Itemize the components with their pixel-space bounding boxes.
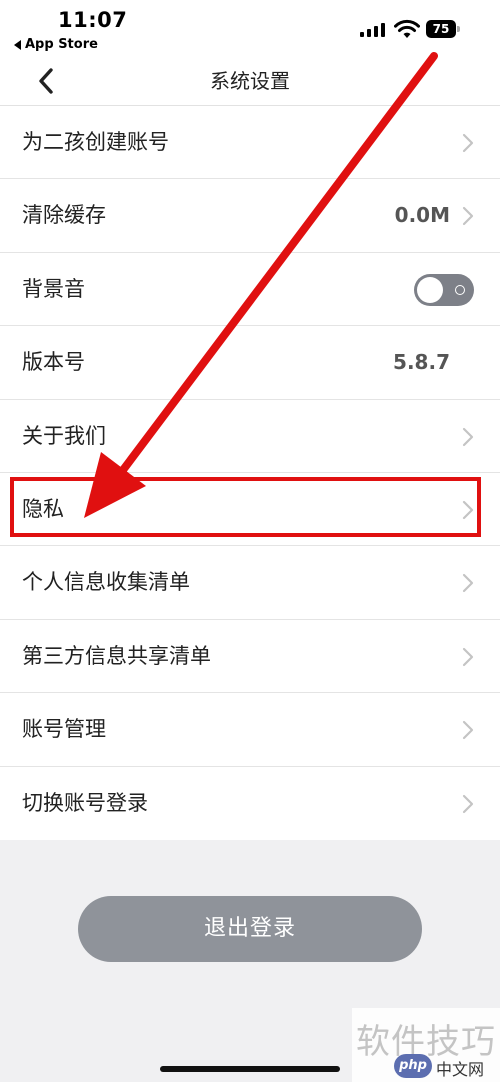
row-label: 版本号: [22, 350, 85, 375]
logout-button[interactable]: 退出登录: [78, 896, 422, 962]
page-title: 系统设置: [210, 69, 290, 93]
screen: 11:07 App Store 75 系统设置 为二孩创建账号 清除缓存 0.0…: [0, 0, 500, 1082]
chevron-right-icon: [462, 794, 474, 813]
row-label: 为二孩创建账号: [22, 130, 169, 154]
back-app-label: App Store: [25, 37, 98, 52]
battery-icon: 75: [426, 20, 460, 38]
battery-level: 75: [432, 22, 450, 36]
toggle-knob: [417, 276, 443, 303]
row-switch-account[interactable]: 切换账号登录: [0, 767, 500, 840]
settings-list: 为二孩创建账号 清除缓存 0.0M 背景音 版本号 5.8.7 关于我们 隐私: [0, 106, 500, 840]
status-bar: 11:07 App Store 75: [0, 0, 500, 56]
row-account-management[interactable]: 账号管理: [0, 693, 500, 767]
row-label: 账号管理: [22, 717, 106, 742]
cache-size-value: 0.0M: [394, 203, 450, 228]
row-background-sound: 背景音: [0, 253, 500, 327]
watermark-sub-text: 中文网: [436, 1060, 485, 1079]
row-label: 背景音: [22, 276, 85, 301]
row-label: 清除缓存: [22, 203, 106, 228]
row-version: 版本号 5.8.7: [0, 326, 500, 400]
row-label: 第三方信息共享清单: [22, 643, 211, 668]
row-label: 切换账号登录: [22, 790, 148, 815]
row-create-second-child-account[interactable]: 为二孩创建账号: [0, 106, 500, 180]
home-indicator[interactable]: [160, 1066, 340, 1072]
status-time: 11:07: [58, 8, 128, 32]
chevron-right-icon: [462, 721, 474, 740]
signal-icon: [360, 22, 385, 37]
chevron-right-icon: [462, 574, 474, 593]
watermark: 软件技巧 php 中文网: [352, 1008, 500, 1082]
row-label: 关于我们: [22, 423, 106, 448]
privacy-highlight-annotation: [10, 477, 481, 537]
wifi-icon: [394, 19, 420, 38]
chevron-right-icon: [462, 647, 474, 666]
chevron-left-icon[interactable]: [32, 66, 62, 96]
row-about-us[interactable]: 关于我们: [0, 400, 500, 473]
background-sound-toggle[interactable]: [414, 273, 474, 306]
row-label: 个人信息收集清单: [22, 570, 190, 595]
row-clear-cache[interactable]: 清除缓存 0.0M: [0, 179, 500, 253]
row-personal-info-collection-list[interactable]: 个人信息收集清单: [0, 546, 500, 620]
php-logo-badge: php: [394, 1054, 432, 1078]
back-triangle-icon: [14, 39, 21, 50]
chevron-right-icon: [462, 207, 474, 226]
back-to-app-link[interactable]: App Store: [14, 37, 98, 52]
toggle-off-indicator-icon: [455, 284, 465, 295]
row-third-party-sharing-list[interactable]: 第三方信息共享清单: [0, 620, 500, 694]
chevron-right-icon: [462, 427, 474, 446]
chevron-right-icon: [462, 133, 474, 153]
version-value: 5.8.7: [393, 350, 450, 375]
nav-bar: 系统设置: [0, 56, 500, 106]
